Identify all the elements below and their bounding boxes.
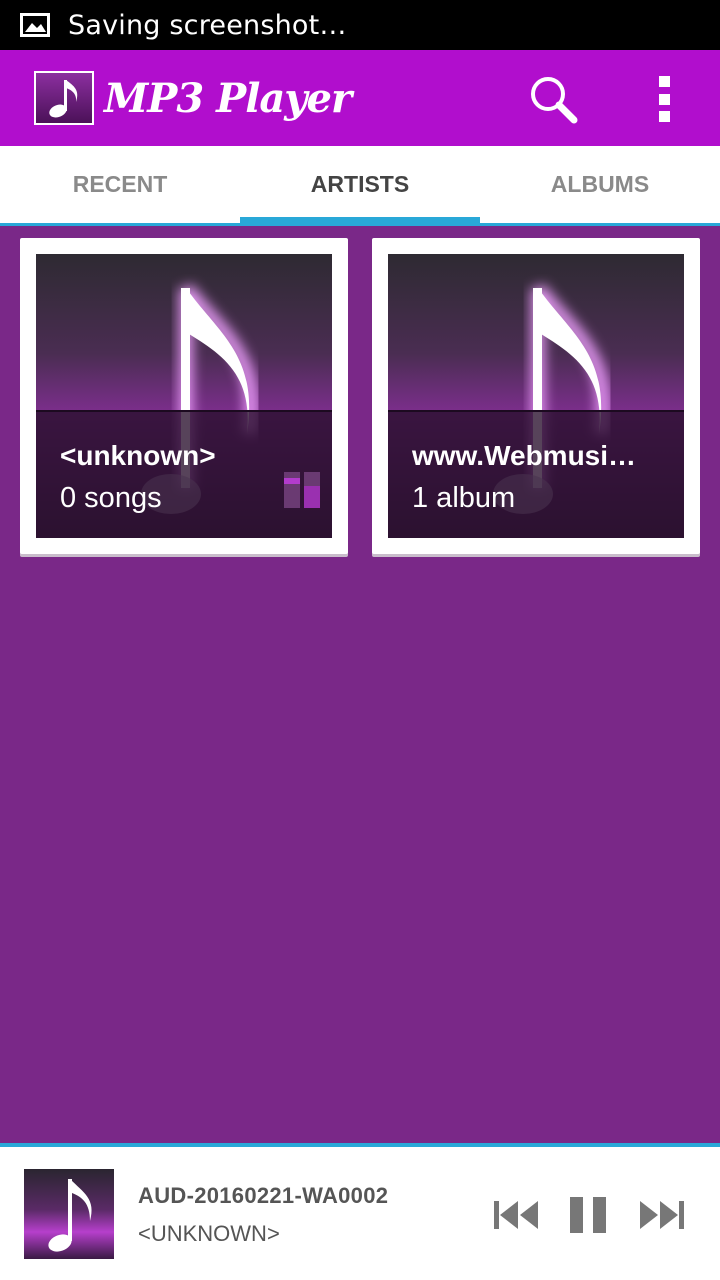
image-icon	[20, 13, 50, 37]
now-playing-artwork	[24, 1169, 114, 1259]
artist-artwork: <unknown> 0 songs	[36, 254, 332, 538]
pause-icon[interactable]	[566, 1195, 612, 1235]
now-playing-equalizer-icon	[284, 472, 320, 508]
next-icon[interactable]	[636, 1195, 686, 1235]
now-playing-bar[interactable]: AUD-20160221-WA0002 <UNKNOWN>	[0, 1143, 720, 1280]
tab-artists[interactable]: ARTISTS	[240, 146, 480, 223]
artist-artwork: www.Webmusi… 1 album	[388, 254, 684, 538]
tab-bar: RECENT ARTISTS ALBUMS	[0, 146, 720, 226]
app-title: MP3 Player	[104, 74, 352, 122]
artist-song-count: 0 songs	[60, 482, 162, 514]
more-vert-icon[interactable]	[654, 76, 674, 122]
artist-name: www.Webmusi…	[412, 440, 637, 471]
music-note-icon	[48, 1179, 92, 1252]
status-text: Saving screenshot…	[68, 9, 347, 41]
track-title: AUD-20160221-WA0002	[138, 1183, 389, 1208]
track-artist: <UNKNOWN>	[138, 1221, 280, 1246]
artist-album-count: 1 album	[412, 482, 516, 514]
previous-icon[interactable]	[492, 1195, 542, 1235]
artist-card[interactable]: <unknown> 0 songs	[20, 238, 348, 554]
tab-recent[interactable]: RECENT	[0, 146, 240, 223]
artist-card[interactable]: www.Webmusi… 1 album	[372, 238, 700, 554]
artist-info-overlay	[388, 410, 684, 538]
music-note-icon	[34, 71, 94, 125]
search-icon[interactable]	[528, 74, 578, 124]
artist-name: <unknown>	[60, 440, 216, 471]
tab-albums[interactable]: ALBUMS	[480, 146, 720, 223]
status-bar: Saving screenshot…	[0, 0, 720, 50]
app-bar: MP3 Player	[0, 50, 720, 146]
